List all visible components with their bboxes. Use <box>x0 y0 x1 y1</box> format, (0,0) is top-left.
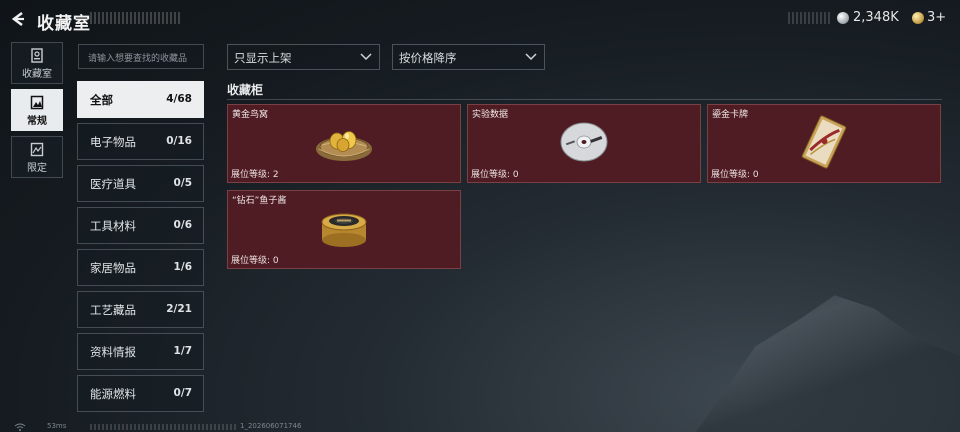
category-name: 工艺藏品 <box>90 303 136 317</box>
category-energy[interactable]: 能源燃料 0/7 <box>77 375 204 412</box>
shelf-filter-value: 只显示上架 <box>234 51 292 65</box>
gold-amount[interactable]: 3+ <box>927 10 946 25</box>
item-level: 展位等级: 0 <box>711 170 759 180</box>
page-title: 收藏室 <box>37 14 91 34</box>
category-name: 资料情报 <box>90 345 136 359</box>
search-input[interactable]: 请输入想要查找的收藏品 <box>78 44 204 69</box>
background-mountain <box>696 295 960 432</box>
network-ping: 53ms <box>47 422 67 430</box>
category-name: 电子物品 <box>90 135 136 149</box>
title-decoration <box>90 12 182 24</box>
back-arrow-icon[interactable] <box>10 11 26 27</box>
golden-nest-icon <box>316 131 372 161</box>
build-version: 1_202606071746 <box>240 422 302 430</box>
category-name: 医疗道具 <box>90 177 136 191</box>
item-name: 实验数据 <box>472 110 509 120</box>
data-disc-icon <box>560 122 608 162</box>
category-count: 0/16 <box>166 135 192 147</box>
sort-order-value: 按价格降序 <box>399 51 457 65</box>
nav-tab-collection-room[interactable]: 收藏室 <box>11 42 63 84</box>
gold-coin-icon <box>912 12 924 24</box>
category-count: 0/5 <box>173 177 192 189</box>
item-name: “钻石”鱼子酱 <box>232 196 287 206</box>
item-card[interactable]: 实验数据 展位等级: 0 <box>467 104 701 183</box>
item-card[interactable]: 鎏金卡牌 展位等级: 0 <box>707 104 941 183</box>
category-name: 全部 <box>90 93 113 107</box>
collection-room-icon <box>31 48 43 63</box>
footer-decoration <box>90 424 238 430</box>
item-level: 展位等级: 0 <box>231 256 279 266</box>
item-level: 展位等级: 2 <box>231 170 279 180</box>
item-name: 黄金鸟窝 <box>232 110 269 120</box>
shelf-filter-dropdown[interactable]: 只显示上架 <box>227 44 380 70</box>
category-count: 1/7 <box>173 345 192 357</box>
category-count: 0/6 <box>173 219 192 231</box>
category-count: 4/68 <box>166 93 192 105</box>
category-name: 工具材料 <box>90 219 136 233</box>
category-all[interactable]: 全部 4/68 <box>77 81 204 118</box>
sort-order-dropdown[interactable]: 按价格降序 <box>392 44 545 70</box>
limited-icon <box>30 142 44 157</box>
nav-tab-label: 限定 <box>27 163 47 174</box>
top-bar: 收藏室 2,348K 3+ <box>0 0 960 36</box>
item-card[interactable]: 黄金鸟窝 展位等级: 2 <box>227 104 461 183</box>
nav-tab-regular[interactable]: 常规 <box>11 89 63 131</box>
item-level: 展位等级: 0 <box>471 170 519 180</box>
gilded-card-icon <box>801 115 847 169</box>
category-crafts[interactable]: 工艺藏品 2/21 <box>77 291 204 328</box>
chevron-down-icon <box>525 53 537 61</box>
category-medical[interactable]: 医疗道具 0/5 <box>77 165 204 202</box>
silver-coin-icon <box>837 12 849 24</box>
nav-tab-limited[interactable]: 限定 <box>11 136 63 178</box>
nav-tab-label: 收藏室 <box>22 69 52 80</box>
category-electronics[interactable]: 电子物品 0/16 <box>77 123 204 160</box>
item-card[interactable]: “钻石”鱼子酱 展位等级: 0 <box>227 190 461 269</box>
item-name: 鎏金卡牌 <box>712 110 749 120</box>
section-title: 收藏柜 <box>227 83 264 97</box>
wifi-icon <box>14 423 26 431</box>
category-count: 2/21 <box>166 303 192 315</box>
silver-amount: 2,348K <box>853 10 899 25</box>
category-count: 0/7 <box>173 387 192 399</box>
chevron-down-icon <box>360 53 372 61</box>
category-intel[interactable]: 资料情报 1/7 <box>77 333 204 370</box>
category-count: 1/6 <box>173 261 192 273</box>
category-name: 能源燃料 <box>90 387 136 401</box>
category-name: 家居物品 <box>90 261 136 275</box>
regular-icon <box>30 95 44 110</box>
caviar-tin-icon <box>321 213 367 247</box>
category-tools[interactable]: 工具材料 0/6 <box>77 207 204 244</box>
section-divider <box>227 99 942 100</box>
currency-decoration <box>788 12 830 24</box>
category-household[interactable]: 家居物品 1/6 <box>77 249 204 286</box>
nav-tab-label: 常规 <box>27 116 47 127</box>
